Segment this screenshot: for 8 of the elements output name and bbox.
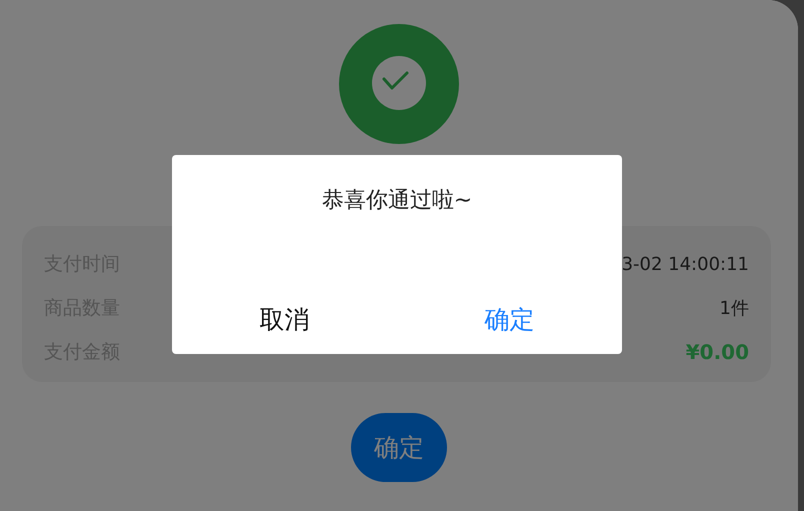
check-circle-icon	[339, 24, 459, 144]
cancel-button[interactable]: 取消	[250, 301, 320, 338]
info-value: 3-02 14:00:11	[622, 254, 749, 274]
confirm-button[interactable]: 确定	[474, 301, 544, 338]
info-value: 1件	[720, 297, 749, 320]
amount-value: ¥0.00	[686, 340, 749, 364]
confirm-button[interactable]: 确定	[351, 413, 447, 482]
dialog-title: 恭喜你通过啦~	[322, 187, 472, 215]
